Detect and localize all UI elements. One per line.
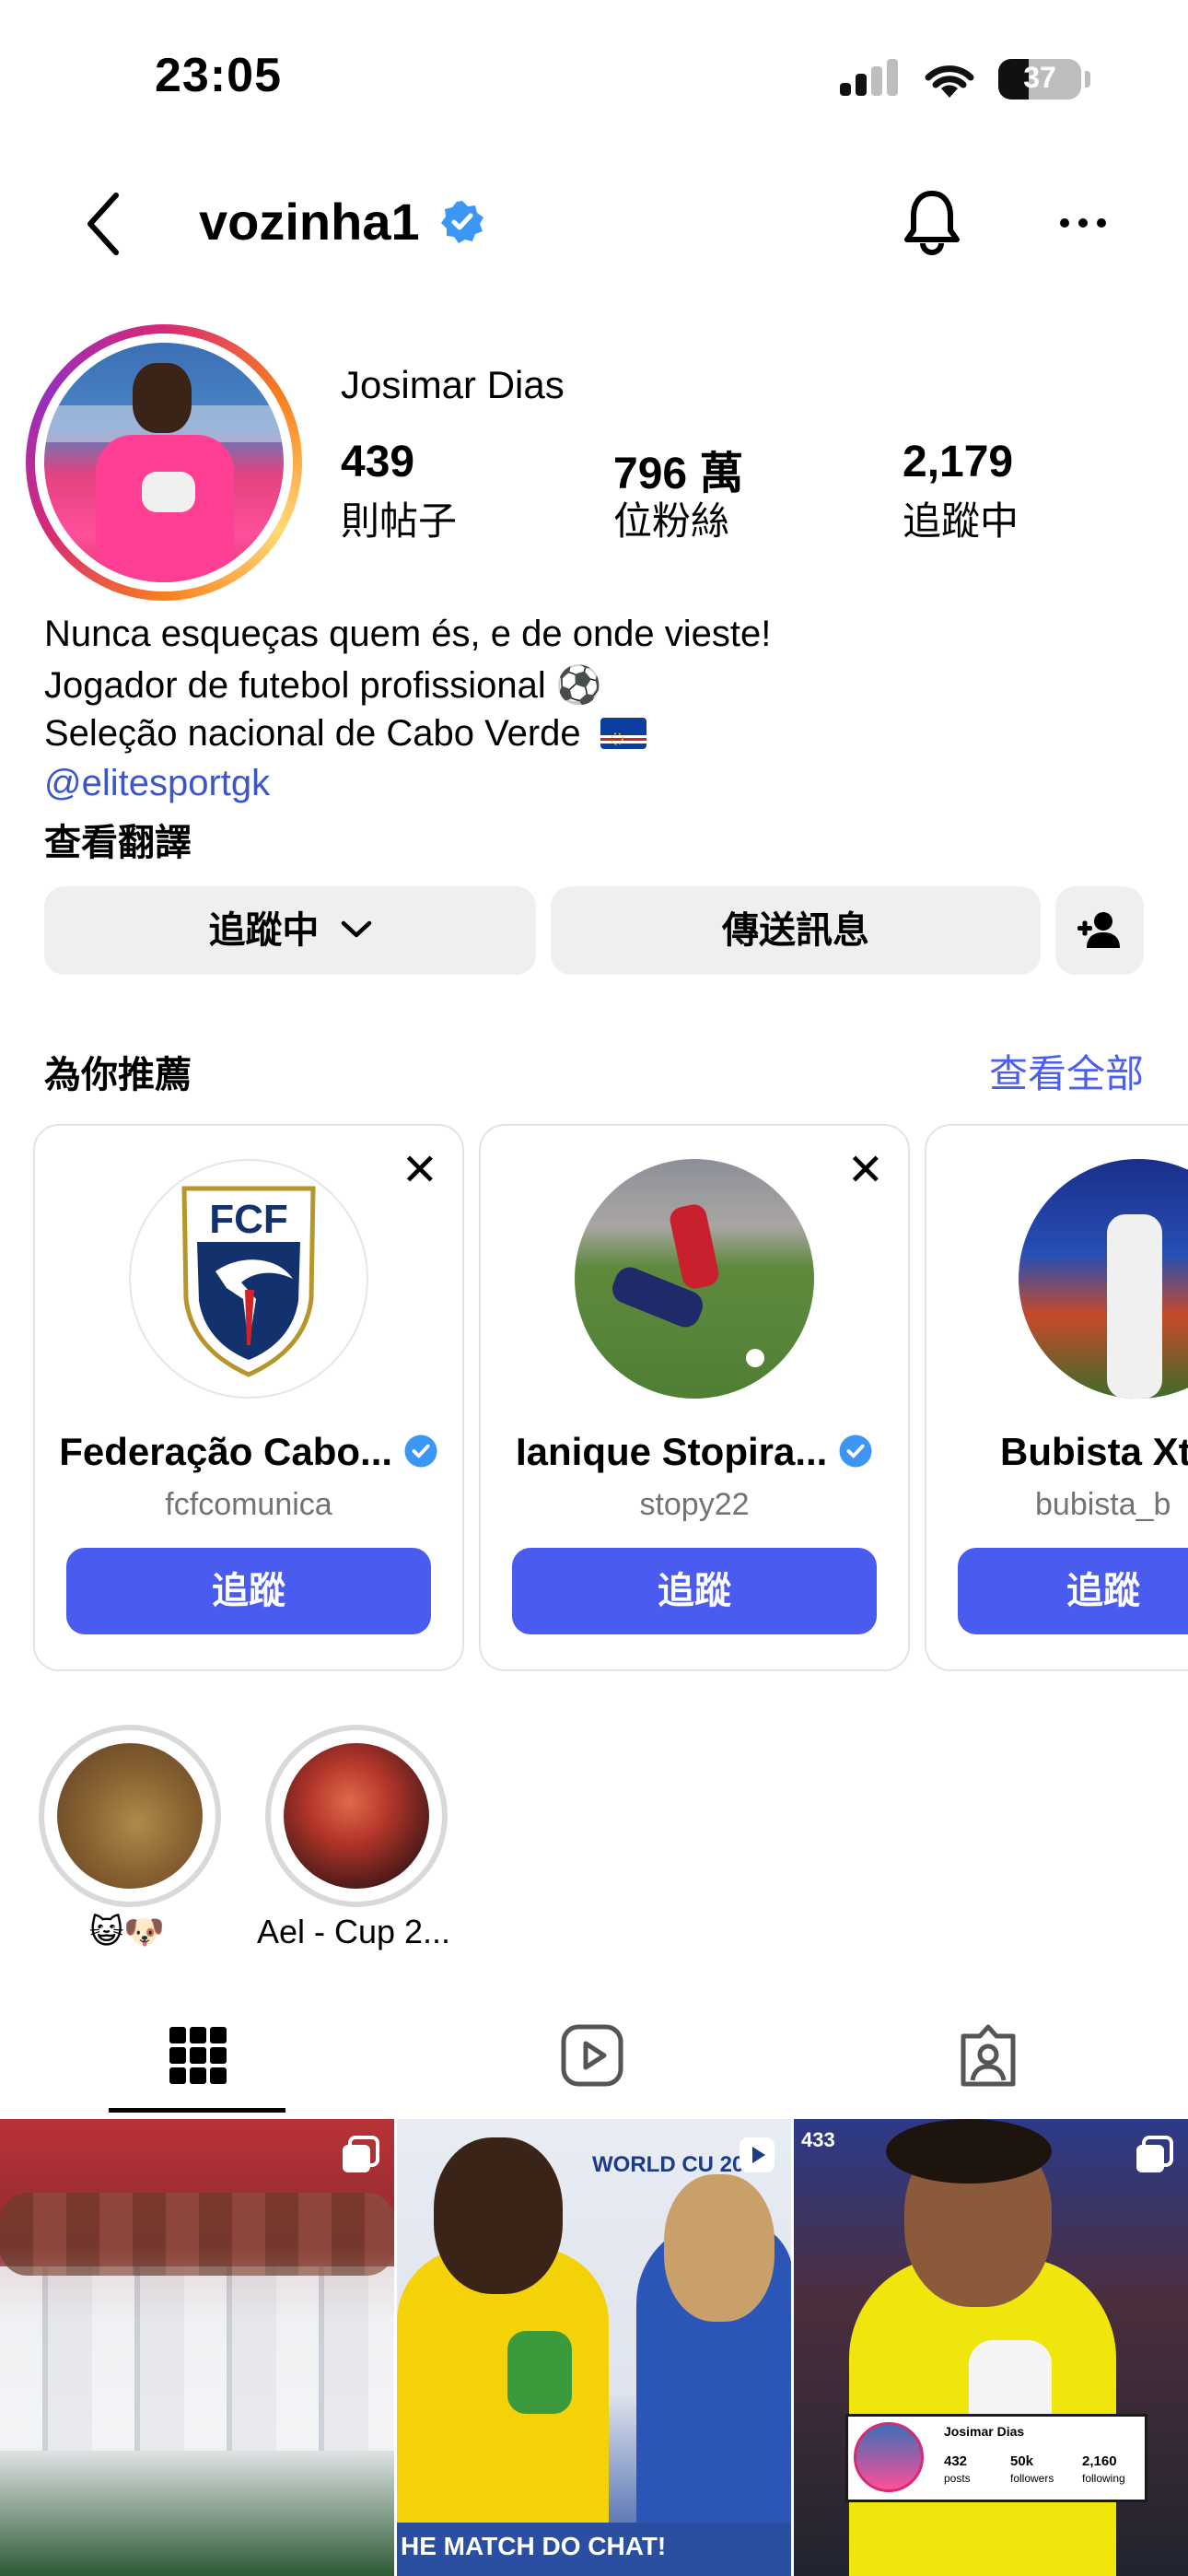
fcf-logo-text: FCF <box>209 1197 288 1242</box>
followers-label[interactable]: 位粉絲 <box>613 490 729 546</box>
highlight-label: 😺🐶 <box>88 1913 166 1950</box>
reel-badge-icon <box>740 2137 775 2172</box>
suggestion-name-text: Ianique Stopira... <box>515 1430 828 1473</box>
suggestion-handle: stopy22 <box>639 1487 750 1522</box>
add-person-icon <box>1077 912 1120 948</box>
cellular-signal-icon <box>840 59 904 101</box>
post-thumbnail[interactable]: WORLD CU 2026 HE MATCH DO CHAT! <box>397 2119 791 2576</box>
see-translation-link[interactable]: 查看翻譯 <box>44 813 192 866</box>
highlight-label: Ael - Cup 2... <box>256 1913 451 1950</box>
header-username: vozinha1 <box>199 192 485 252</box>
suggestion-card[interactable]: ✕ Ianique Stopira... stopy22 追蹤 <box>479 1124 910 1671</box>
suggestion-avatar <box>1019 1159 1188 1399</box>
verified-badge-icon <box>441 201 484 243</box>
mini-stat-value: 50k <box>1010 2453 1034 2469</box>
dismiss-icon[interactable]: ✕ <box>402 1144 438 1196</box>
suggestion-name[interactable]: Federação Cabo... <box>35 1430 462 1474</box>
highlight-cover <box>57 1743 203 1889</box>
username-text: vozinha1 <box>199 193 420 251</box>
more-options-icon[interactable] <box>1059 214 1107 232</box>
suggestion-name[interactable]: Ianique Stopira... <box>481 1430 908 1474</box>
active-tab-indicator <box>109 2108 285 2113</box>
message-button[interactable]: 傳送訊息 <box>551 886 1041 975</box>
following-count[interactable]: 2,179 <box>903 437 1013 487</box>
mini-profile-name: Josimar Dias <box>944 2424 1025 2439</box>
following-button-label: 追蹤中 <box>208 910 320 951</box>
bio-line-1: Nunca esqueças quem és, e de onde vieste… <box>44 614 772 654</box>
bio-line-3: Seleção nacional de Cabo Verde <box>44 713 646 755</box>
battery-tip <box>1085 71 1090 88</box>
post-thumbnail[interactable] <box>0 2119 394 2576</box>
reels-icon[interactable] <box>560 2023 624 2088</box>
mini-profile-card: Josimar Dias 432 posts 50k followers 2,1… <box>845 2414 1147 2502</box>
notification-bell-icon[interactable] <box>903 188 961 256</box>
suggestion-handle: bubista_b <box>1035 1487 1171 1522</box>
profile-avatar <box>44 343 284 582</box>
bio-line-2: Jogador de futebol profissional ⚽ <box>44 665 602 706</box>
post-caption-banner: HE MATCH DO CHAT! <box>397 2523 791 2576</box>
story-highlight[interactable] <box>39 1725 221 1907</box>
profile-avatar-story-ring[interactable] <box>26 324 302 601</box>
following-button[interactable]: 追蹤中 <box>44 886 536 975</box>
mini-stat-value: 2,160 <box>1082 2453 1117 2469</box>
post-thumbnail[interactable]: 433 Josimar Dias 432 posts 50k followers… <box>794 2119 1188 2576</box>
chevron-down-icon <box>341 920 371 938</box>
tagged-icon[interactable] <box>956 2023 1020 2088</box>
battery-icon: 37 <box>998 59 1081 100</box>
follow-button[interactable]: 追蹤 <box>958 1548 1188 1634</box>
highlight-cover <box>284 1743 429 1889</box>
profile-full-name: Josimar Dias <box>341 363 565 406</box>
posts-count[interactable]: 439 <box>341 437 414 487</box>
fcf-crest-logo: FCF <box>181 1186 316 1377</box>
status-time: 23:05 <box>155 49 282 102</box>
grid-icon[interactable] <box>166 2023 230 2088</box>
cape-verde-flag-icon <box>600 718 646 749</box>
suggestion-name[interactable]: Bubista Xt <box>1000 1430 1188 1474</box>
mini-stat-label: following <box>1082 2472 1125 2485</box>
see-all-link[interactable]: 查看全部 <box>989 1043 1144 1099</box>
post-brand-text: 433 <box>801 2128 835 2151</box>
mini-stat-label: followers <box>1010 2472 1054 2485</box>
suggestion-handle: fcfcomunica <box>165 1487 332 1522</box>
mini-stat-value: 432 <box>944 2453 968 2469</box>
suggestion-avatar <box>575 1159 814 1399</box>
wifi-icon <box>925 65 974 98</box>
suggest-people-button[interactable] <box>1055 886 1144 975</box>
verified-badge-icon <box>839 1434 872 1468</box>
bio-line-3-text: Seleção nacional de Cabo Verde <box>44 713 581 754</box>
dismiss-icon[interactable]: ✕ <box>847 1144 884 1196</box>
suggestion-card[interactable]: Bubista Xt bubista_b 追蹤 <box>925 1124 1188 1671</box>
follow-button[interactable]: 追蹤 <box>66 1548 431 1634</box>
back-icon[interactable] <box>83 192 123 256</box>
carousel-icon <box>1136 2136 1173 2172</box>
verified-badge-icon <box>404 1434 437 1468</box>
suggestion-name-text: Federação Cabo... <box>59 1430 393 1473</box>
posts-label[interactable]: 則帖子 <box>341 490 457 546</box>
battery-level: 37 <box>1023 61 1056 94</box>
suggestion-card[interactable]: FCF ✕ Federação Cabo... fcfcomunica 追蹤 <box>33 1124 464 1671</box>
story-highlight[interactable] <box>265 1725 448 1907</box>
suggestion-avatar: FCF <box>129 1159 368 1399</box>
following-label[interactable]: 追蹤中 <box>903 490 1019 546</box>
suggestions-title: 為你推薦 <box>44 1055 192 1095</box>
follow-button[interactable]: 追蹤 <box>512 1548 877 1634</box>
carousel-icon <box>343 2136 379 2172</box>
bio-mention-link[interactable]: @elitesportgk <box>44 763 270 804</box>
mini-stat-label: posts <box>944 2472 971 2485</box>
